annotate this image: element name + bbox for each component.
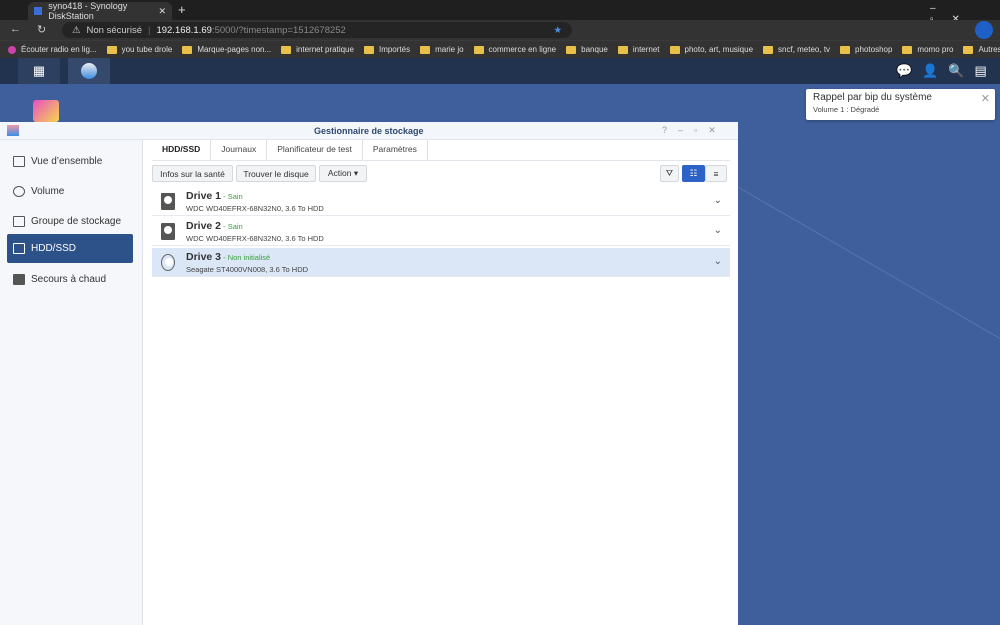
window-title: Gestionnaire de stockage [314,126,424,136]
notification-message: Volume 1 : Dégradé [813,105,880,114]
warning-icon: ⚠ [72,24,81,36]
app-icon [7,125,19,136]
volume-icon [13,186,25,197]
uninitialized-disk-icon [161,253,175,271]
bookmark-folder[interactable]: internet [617,45,660,54]
folder-icon [763,45,774,54]
folder-icon [182,45,193,54]
drive-model: WDC WD40EFRX-68N32N0, 3.6 To HDD [186,203,324,213]
hdd-icon [161,222,175,240]
folder-icon [669,45,680,54]
sidebar-item-hot-spare[interactable]: Secours à chaud [7,265,133,294]
chevron-down-icon[interactable]: ⌄ [714,195,722,206]
browser-tab-bar: syno418 - Synology DiskStation✕ + –▫✕ [0,0,1000,25]
sidebar-item-storage-pool[interactable]: Groupe de stockage [7,207,133,236]
tab-test-scheduler[interactable]: Planificateur de test [267,140,363,160]
drive-model: WDC WD40EFRX-68N32N0, 3.6 To HDD [186,233,324,243]
folder-icon [473,45,484,54]
hot-spare-icon [13,274,25,285]
filter-icon[interactable]: ⛛ [660,165,679,182]
close-icon[interactable]: ✕ [981,92,990,105]
folder-icon [617,45,628,54]
bookmark-folder[interactable]: internet pratique [281,45,354,54]
sidebar-item-overview[interactable]: Vue d’ensemble [7,147,133,176]
refresh-icon[interactable]: ↻ [37,23,46,36]
drive-row[interactable]: Drive 3 - Non initialisé Seagate ST4000VN… [152,248,730,277]
main-menu-icon[interactable]: ▦ [18,58,60,84]
drive-row[interactable]: Drive 1 - Sain WDC WD40EFRX-68N32N0, 3.6 … [152,187,730,216]
chat-user-search-widgets-icons[interactable]: 💬👤🔍▤ [896,63,997,79]
folder-icon [840,45,851,54]
dsm-favicon-icon [34,7,43,15]
bing-icon[interactable] [975,21,993,39]
drive-row[interactable]: Drive 2 - Sain WDC WD40EFRX-68N32N0, 3.6 … [152,217,730,246]
sidebar-item-volume[interactable]: Volume [7,177,133,206]
tab-settings[interactable]: Paramètres [363,140,428,160]
bookmark-folder[interactable]: photo, art, musique [669,45,753,54]
favorite-star-icon[interactable]: ★ [553,25,562,36]
storage-manager-window: Gestionnaire de stockage ?–▫✕ Vue d’ense… [0,122,738,625]
folder-icon [106,45,117,54]
back-icon[interactable]: ← [10,23,21,35]
divider [152,160,730,161]
find-disk-button[interactable]: Trouver le disque [236,165,316,182]
status-label: - Sain [221,191,243,201]
hdd-icon [161,192,175,210]
bookmark-folder[interactable]: banque [566,45,608,54]
overview-icon [13,156,25,167]
bookmark-folder[interactable]: sncf, meteo, tv [763,45,830,54]
security-label: Non sécurisé [86,24,142,36]
notification-title: Rappel par bip du système [813,92,932,103]
tab-hdd-ssd[interactable]: HDD/SSD [152,140,212,160]
chevron-down-icon[interactable]: ⌄ [714,225,722,236]
address-bar-row: ← ↻ ⚠ Non sécurisé | 192.168.1.69:5000/?tim… [0,20,1000,40]
storage-manager-taskbar-icon[interactable] [68,58,110,84]
storage-pool-icon [13,216,25,227]
url-path: :5000/?timestamp=1512678252 [211,24,346,36]
radio-icon [8,45,16,54]
new-tab-icon[interactable]: + [178,2,186,17]
url-input[interactable]: ⚠ Non sécurisé | 192.168.1.69:5000/?timesta… [62,22,572,38]
dsm-taskbar: ▦ 💬👤🔍▤ [0,58,1000,84]
folder-icon [420,45,431,54]
sidebar: Vue d’ensemble Volume Groupe de stockage… [0,140,143,625]
tab-bar: HDD/SSD Journaux Planificateur de test P… [152,140,428,160]
close-tab-icon[interactable]: ✕ [158,6,166,17]
bookmark-folder[interactable]: momo pro [902,45,953,54]
help-min-max-close-icons[interactable]: ?–▫✕ [662,125,727,136]
chevron-down-icon[interactable]: ⌄ [714,256,722,267]
status-label: - Non initialisé [221,252,271,262]
bookmark-folder[interactable]: Importés [363,45,410,54]
folder-icon [902,45,913,54]
other-favorites[interactable]: Autres favoris [963,45,1000,54]
url-host: 192.168.1.69 [156,24,212,36]
sidebar-item-hdd-ssd[interactable]: HDD/SSD [7,234,133,263]
drive-model: Seagate ST4000VN008, 3.6 To HDD [186,264,309,274]
desktop-app-icon[interactable] [33,100,59,122]
health-info-button[interactable]: Infos sur la santé [152,165,233,182]
bookmark-folder[interactable]: marie jo [420,45,464,54]
browser-tab[interactable]: syno418 - Synology DiskStation ✕ [28,1,172,21]
folder-icon [566,45,577,54]
detail-view-icon[interactable]: ☷ [682,165,705,182]
action-dropdown-button[interactable]: Action ▾ [319,165,367,182]
status-label: - Sain [221,221,243,231]
folder-icon [963,45,974,54]
bookmark-folder[interactable]: Marque-pages non... [182,45,271,54]
tab-title: syno418 - Synology DiskStation [48,1,128,21]
tab-logs[interactable]: Journaux [211,140,268,160]
bookmark-folder[interactable]: commerce en ligne [473,45,556,54]
notification-popup: Rappel par bip du système Volume 1 : Dég… [806,89,995,120]
bookmark[interactable]: Écouter radio en lig... [8,45,97,54]
list-view-icon[interactable]: ≡ [705,165,727,182]
hdd-icon [13,243,25,254]
bookmark-folder[interactable]: you tube drole [106,45,172,54]
bookmark-folder[interactable]: photoshop [840,45,892,54]
window-titlebar[interactable]: Gestionnaire de stockage ?–▫✕ [0,122,738,140]
bookmarks-bar: Écouter radio en lig... you tube drole M… [0,40,1000,58]
folder-icon [281,45,292,54]
folder-icon [363,45,374,54]
